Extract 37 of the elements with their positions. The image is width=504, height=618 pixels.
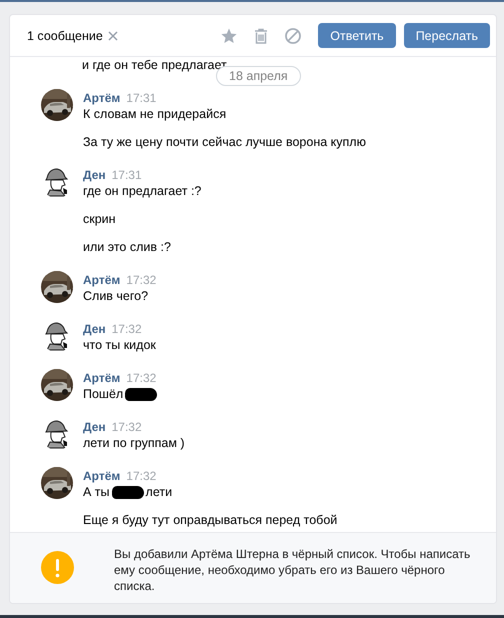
message-time: 17:32 [126, 468, 156, 484]
author-name[interactable]: Ден [83, 321, 106, 337]
message-time: 17:31 [126, 90, 156, 106]
message-time: 17:32 [126, 370, 156, 386]
message-text: К словам не придерайся [83, 106, 226, 122]
message-time: 17:32 [112, 321, 142, 337]
message-text: где он предлагает :? [83, 183, 202, 199]
redaction-mark [112, 486, 144, 498]
message-time: 17:32 [126, 272, 156, 288]
close-icon[interactable] [108, 30, 118, 40]
author-name[interactable]: Артём [83, 272, 120, 288]
message-text: лети [146, 484, 172, 500]
message-text: лети по группам ) [83, 435, 185, 451]
message-time: 17:31 [112, 167, 142, 183]
author-name[interactable]: Ден [83, 167, 106, 183]
message-text: За ту же цену почти сейчас лучше ворона куплю [83, 134, 366, 150]
message-text: и где он тебе предлагает [82, 58, 227, 72]
author-name[interactable]: Артём [83, 468, 120, 484]
warning-icon [41, 551, 74, 584]
action-button[interactable]: Переслать [404, 23, 490, 48]
selection-count: 1 сообщение [27, 28, 103, 42]
message-text: Еще я буду тут оправдываться перед тобой [83, 512, 338, 528]
message-text: Слив чего? [83, 288, 148, 304]
message-text: или это слив :? [83, 239, 171, 255]
message-text: Пошёл [83, 386, 124, 402]
redaction-mark [125, 388, 158, 400]
message-text: скрин [83, 211, 116, 227]
block-icon[interactable] [284, 26, 302, 44]
blacklist-notice: Вы добавили Артёма Штерна в чёрный список. Чтобы написать ему сообщение, необходимо убрать его из Вашего чёрного списка. [114, 546, 472, 595]
star-icon[interactable] [220, 26, 238, 44]
author-name[interactable]: Артём [83, 90, 120, 106]
action-button[interactable]: Ответить [318, 23, 396, 48]
author-name[interactable]: Артём [83, 370, 120, 386]
message-text: А ты [83, 484, 110, 500]
author-name[interactable]: Ден [83, 419, 106, 435]
message-time: 17:32 [112, 419, 142, 435]
message-text: что ты кидок [83, 337, 156, 353]
